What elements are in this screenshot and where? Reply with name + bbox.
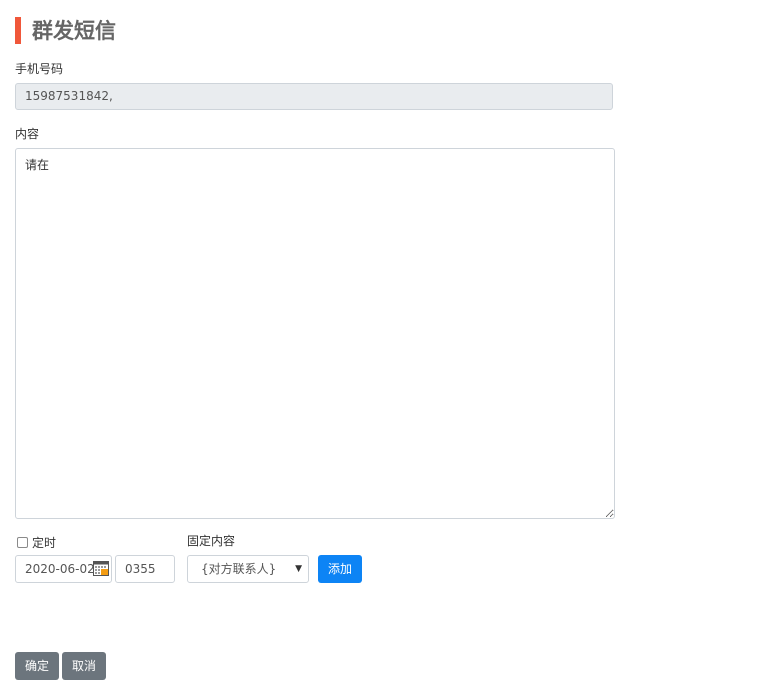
- date-value: 2020-06-02: [25, 562, 95, 576]
- cancel-button[interactable]: 取消: [62, 652, 106, 680]
- fixed-content-selected: {对方联系人}: [201, 562, 277, 576]
- date-input[interactable]: 2020-06-02: [15, 555, 112, 583]
- calendar-icon[interactable]: [93, 561, 109, 576]
- confirm-button[interactable]: 确定: [15, 652, 59, 680]
- content-label: 内容: [15, 127, 40, 141]
- title-accent-bar: [15, 17, 21, 44]
- timer-label: 定时: [32, 536, 57, 550]
- phone-label: 手机号码: [15, 62, 64, 76]
- page-title: 群发短信: [32, 19, 116, 43]
- caret-down-icon: ▼: [295, 564, 302, 574]
- add-button[interactable]: 添加: [318, 555, 362, 583]
- phone-number-field[interactable]: 15987531842,: [15, 83, 613, 110]
- content-textarea[interactable]: [15, 148, 615, 519]
- mass-sms-form: 群发短信 手机号码 15987531842, 内容 定时 固定内容 2020-0…: [0, 0, 768, 684]
- fixed-content-label: 固定内容: [187, 534, 236, 548]
- timer-checkbox-group[interactable]: 定时: [17, 534, 56, 551]
- timer-checkbox[interactable]: [17, 537, 28, 548]
- time-input[interactable]: 0355: [115, 555, 175, 583]
- fixed-content-select[interactable]: {对方联系人} ▼: [187, 555, 309, 583]
